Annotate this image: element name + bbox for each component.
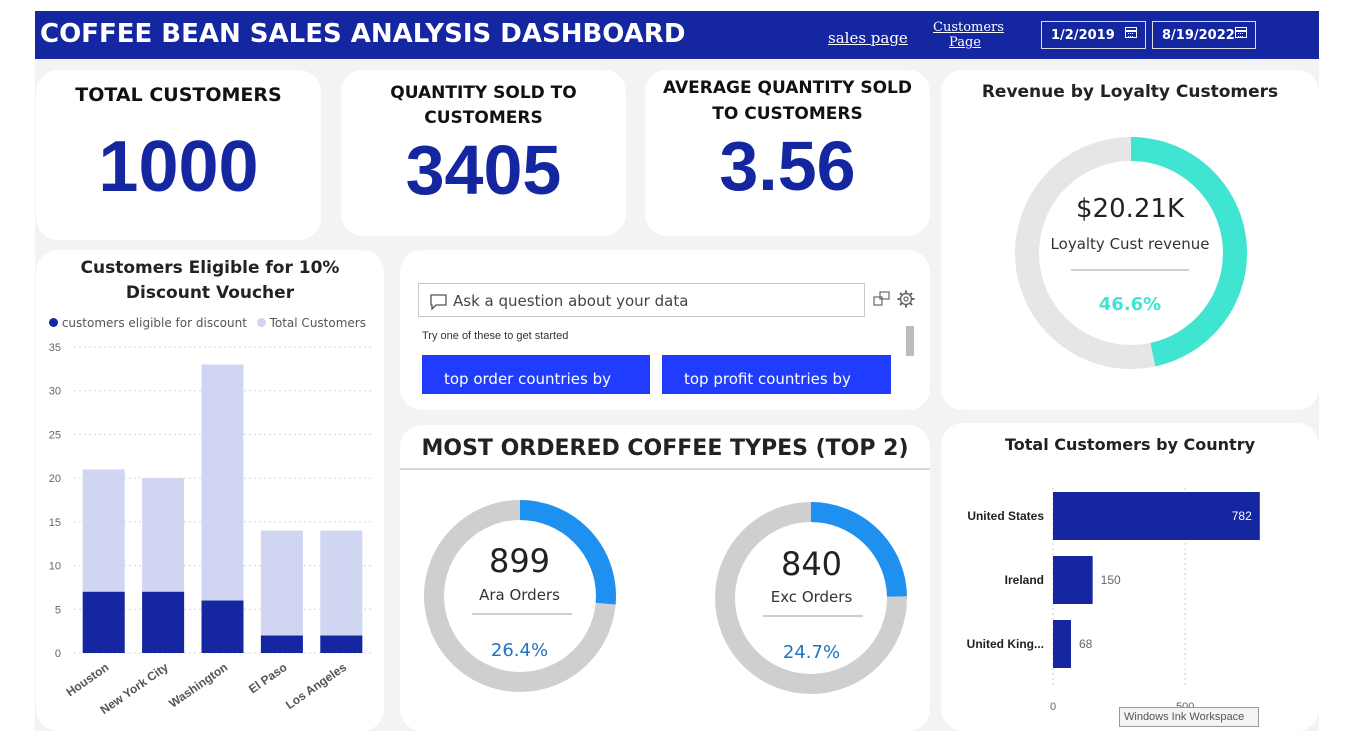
kpi-average-quantity-card: AVERAGE QUANTITY SOLD TO CUSTOMERS 3.56 xyxy=(645,70,930,236)
bar-total-customers xyxy=(320,530,363,653)
y-tick-label: 10 xyxy=(49,561,61,573)
country-bar xyxy=(1053,492,1260,540)
x-tick-label: Los Angeles xyxy=(283,660,349,712)
legend-label-eligible: customers eligible for discount xyxy=(61,316,247,330)
coffee-1-percent: 26.4% xyxy=(490,640,549,661)
discount-bar-chart: 05101520253035HoustonNew York CityWashin… xyxy=(49,342,371,717)
date-end-picker[interactable]: 8/19/2022 xyxy=(1152,21,1256,49)
loyalty-revenue-title: Revenue by Loyalty Customers xyxy=(981,82,1279,102)
qa-suggestion-2[interactable]: top profit countries by xyxy=(662,355,891,394)
bar-eligible-customers xyxy=(260,635,303,653)
legend-dot-total xyxy=(256,318,266,327)
x-tick-label: 0 xyxy=(1050,701,1056,713)
legend-label-total: Total Customers xyxy=(269,316,366,330)
coffee-types-title: MOST ORDERED COFFEE TYPES (TOP 2) xyxy=(421,436,909,461)
customers-page-link-line1: Customers xyxy=(933,20,1004,35)
x-tick-label: Houston xyxy=(64,660,112,699)
y-tick-label: 20 xyxy=(49,473,61,485)
kpi-average-quantity-value: 3.56 xyxy=(719,127,856,205)
y-tick-label: 0 xyxy=(55,648,61,660)
coffee-2-label: Exc Orders xyxy=(770,588,853,606)
date-start-picker[interactable]: 1/2/2019 xyxy=(1041,21,1146,49)
y-tick-label: 25 xyxy=(49,429,61,441)
bar-eligible-customers xyxy=(201,600,244,653)
windows-ink-tooltip: Windows Ink Workspace xyxy=(1119,707,1259,727)
discount-chart-legend: customers eligible for discount Total Cu… xyxy=(49,316,366,330)
share-icon[interactable] xyxy=(873,291,891,307)
loyalty-caption: Loyalty Cust revenue xyxy=(1050,235,1210,253)
bar-total-customers xyxy=(260,530,303,653)
coffee-1-value: 899 xyxy=(488,542,551,580)
y-tick-label: 15 xyxy=(49,517,61,529)
sales-page-link[interactable]: sales page xyxy=(828,29,908,47)
kpi-quantity-sold-label-2: CUSTOMERS xyxy=(424,108,543,128)
y-tick-label: 5 xyxy=(55,604,61,616)
country-bar-chart: United States 782 Ireland 150 United King...… xyxy=(967,488,1260,713)
kpi-average-quantity-label-2: TO CUSTOMERS xyxy=(712,104,863,124)
country-label: United States xyxy=(967,509,1044,523)
qa-suggestion-1[interactable]: top order countries by xyxy=(422,355,650,394)
country-chart-title: Total Customers by Country xyxy=(1004,435,1256,454)
coffee-types-divider xyxy=(400,468,930,470)
y-tick-label: 35 xyxy=(49,342,61,354)
date-start-value: 1/2/2019 xyxy=(1051,28,1115,43)
loyalty-revenue-card: Revenue by Loyalty Customers $20.21K Loy… xyxy=(941,70,1319,410)
customers-page-link-line2: Page xyxy=(949,35,981,50)
bar-eligible-customers xyxy=(320,635,363,653)
kpi-quantity-sold-label-1: QUANTITY SOLD TO xyxy=(390,83,577,103)
calendar-icon[interactable] xyxy=(1235,27,1247,38)
discount-chart-title: Customers Eligible for 10% Discount Vouc… xyxy=(80,258,340,303)
dashboard-title: COFFEE BEAN SALES ANALYSIS DASHBOARD xyxy=(40,19,686,49)
country-data-label: 68 xyxy=(1079,637,1093,651)
kpi-quantity-sold-card: QUANTITY SOLD TO CUSTOMERS 3405 xyxy=(341,70,626,236)
qa-hint: Try one of these to get started xyxy=(422,330,569,342)
kpi-quantity-sold-value: 3405 xyxy=(405,131,562,209)
qa-scrollbar[interactable] xyxy=(906,326,914,356)
kpi-total-customers-card: TOTAL CUSTOMERS 1000 xyxy=(36,70,321,240)
x-tick-label: El Paso xyxy=(246,660,290,696)
kpi-total-customers-label: TOTAL CUSTOMERS xyxy=(75,84,282,106)
kpi-average-quantity-label-1: AVERAGE QUANTITY SOLD xyxy=(662,78,912,98)
kpi-total-customers-value: 1000 xyxy=(98,127,259,207)
loyalty-percent: 46.6% xyxy=(1098,294,1162,315)
x-tick-label: Washington xyxy=(166,660,230,711)
country-bar xyxy=(1053,620,1071,668)
bar-eligible-customers xyxy=(82,591,125,653)
calendar-icon[interactable] xyxy=(1125,27,1137,38)
customers-page-link[interactable]: Customers Page xyxy=(933,20,1004,50)
coffee-1-label: Ara Orders xyxy=(479,586,560,604)
gear-icon[interactable] xyxy=(897,290,915,308)
country-data-label: 782 xyxy=(1232,509,1252,523)
coffee-2-percent: 24.7% xyxy=(782,642,841,663)
qa-placeholder: Ask a question about your data xyxy=(453,292,689,310)
country-label: United King... xyxy=(967,637,1044,651)
bar-eligible-customers xyxy=(142,591,185,653)
loyalty-amount: $20.21K xyxy=(1075,194,1185,224)
coffee-2-value: 840 xyxy=(780,545,843,583)
qa-question-input[interactable]: Ask a question about your data xyxy=(418,283,865,317)
loyalty-donut xyxy=(1015,137,1247,369)
chat-bubble-icon xyxy=(430,294,447,310)
y-tick-label: 30 xyxy=(49,386,61,398)
legend-dot-eligible xyxy=(49,318,58,327)
country-data-label: 150 xyxy=(1101,573,1121,587)
country-label: Ireland xyxy=(1005,573,1044,587)
date-end-value: 8/19/2022 xyxy=(1162,28,1235,43)
country-bar xyxy=(1053,556,1093,604)
